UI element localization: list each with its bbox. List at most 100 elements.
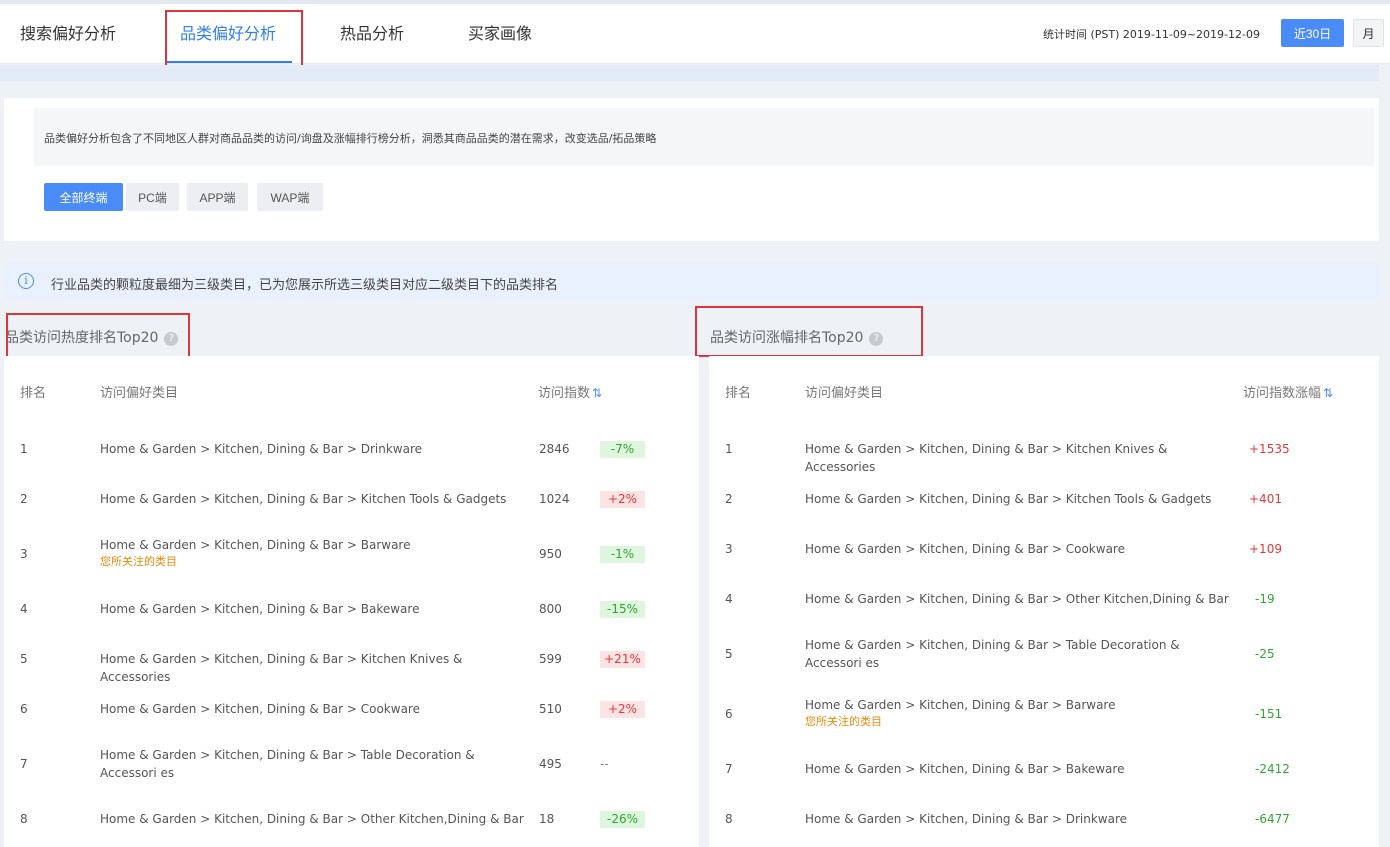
column-header-visit-index-label: 访问指数 (538, 386, 591, 401)
category-path: Home & Garden > Kitchen, Dining & Bar > … (100, 442, 423, 456)
growth-cell: +1535 (1249, 442, 1290, 456)
table-row[interactable]: 4 Home & Garden > Kitchen, Dining & Bar >… (709, 574, 1379, 624)
filter-wap[interactable]: WAP端 (257, 183, 323, 211)
sort-icon[interactable]: ⇅ (1323, 386, 1333, 400)
column-header-visit-index-growth-label: 访问指数涨幅 (1243, 386, 1322, 401)
category-cell: Home & Garden > Kitchen, Dining & Bar > … (805, 440, 1230, 476)
tab-hot-products[interactable]: 热品分析 (340, 20, 404, 44)
last-30-days-button[interactable]: 近30日 (1281, 19, 1344, 47)
table-row[interactable]: 6 Home & Garden > Kitchen, Dining & Bar >… (709, 684, 1379, 744)
table-row[interactable]: 2 Home & Garden > Kitchen, Dining & Bar >… (709, 474, 1379, 524)
tab-buyer-profile[interactable]: 买家画像 (468, 20, 532, 44)
rank-cell: 5 (20, 652, 28, 666)
visit-index-cell: 2846 (539, 442, 570, 456)
category-cell: Home & Garden > Kitchen, Dining & Bar > … (805, 490, 1230, 508)
rank-cell: 6 (20, 702, 28, 716)
category-path: Home & Garden > Kitchen, Dining & Bar > … (100, 492, 507, 506)
column-header-visit-index[interactable]: 访问指数 ⇅ (538, 382, 602, 401)
change-badge: +21% (600, 651, 645, 668)
table-row[interactable]: 8 Home & Garden > Kitchen, Dining & Bar >… (709, 794, 1379, 844)
filter-app[interactable]: APP端 (187, 183, 248, 211)
category-path: Home & Garden > Kitchen, Dining & Bar > … (805, 638, 1180, 670)
rank-cell: 8 (725, 812, 733, 826)
growth-cell: -19 (1255, 592, 1275, 606)
category-path: Home & Garden > Kitchen, Dining & Bar > … (805, 442, 1168, 474)
category-path: Home & Garden > Kitchen, Dining & Bar > … (100, 602, 420, 616)
table-row[interactable]: 7 Home & Garden > Kitchen, Dining & Bar >… (709, 744, 1379, 794)
column-header-visit-index-growth[interactable]: 访问指数涨幅 ⇅ (1243, 382, 1333, 401)
category-cell: Home & Garden > Kitchen, Dining & Bar > … (100, 600, 525, 618)
header-divider (0, 65, 1390, 81)
category-cell: Home & Garden > Kitchen, Dining & Bar > … (805, 810, 1230, 828)
category-cell: Home & Garden > Kitchen, Dining & Bar > … (805, 760, 1230, 778)
table-row[interactable]: 7 Home & Garden > Kitchen, Dining & Bar >… (4, 734, 699, 794)
rank-cell: 3 (725, 542, 733, 556)
growth-cell: -2412 (1255, 762, 1290, 776)
category-cell: Home & Garden > Kitchen, Dining & Bar > … (100, 810, 525, 828)
visit-index-cell: 1024 (539, 492, 570, 506)
category-path: Home & Garden > Kitchen, Dining & Bar > … (805, 698, 1116, 712)
help-icon[interactable]: ? (164, 332, 179, 346)
change-badge: -1% (600, 546, 645, 563)
left-table-title: 品类访问热度排名Top20? (5, 327, 179, 347)
rank-cell: 4 (725, 592, 733, 606)
sort-icon[interactable]: ⇅ (592, 386, 602, 400)
category-path: Home & Garden > Kitchen, Dining & Bar > … (805, 592, 1229, 606)
tab-search-preference[interactable]: 搜索偏好分析 (20, 20, 116, 44)
visit-index-cell: 950 (539, 547, 562, 561)
category-path: Home & Garden > Kitchen, Dining & Bar > … (805, 762, 1125, 776)
visit-index-cell: 495 (539, 757, 562, 771)
table-row[interactable]: 6 Home & Garden > Kitchen, Dining & Bar >… (4, 684, 699, 734)
table-row[interactable]: 2 Home & Garden > Kitchen, Dining & Bar >… (4, 474, 699, 524)
change-badge: -15% (600, 601, 645, 618)
rank-cell: 7 (20, 757, 28, 771)
table-row[interactable]: 3 Home & Garden > Kitchen, Dining & Bar >… (709, 524, 1379, 574)
growth-cell: -151 (1255, 707, 1283, 721)
table-row[interactable]: 8 Home & Garden > Kitchen, Dining & Bar >… (4, 794, 699, 844)
table-row[interactable]: 1 Home & Garden > Kitchen, Dining & Bar >… (4, 424, 699, 474)
info-notice: i 行业品类的颗粒度最细为三级类目，已为您展示所选三级类目对应二级类目下的品类排… (4, 262, 1390, 300)
change-badge: -- (600, 757, 609, 771)
filter-all-terminals[interactable]: 全部终端 (44, 183, 123, 211)
change-badge: -7% (600, 441, 645, 458)
right-table-title-text: 品类访问涨幅排名Top20 (710, 330, 864, 346)
rank-cell: 1 (20, 442, 28, 456)
description-box: 品类偏好分析包含了不同地区人群对商品品类的访问/询盘及涨幅排行榜分析，洞悉其商品… (34, 108, 1374, 166)
table-row[interactable]: 5 Home & Garden > Kitchen, Dining & Bar >… (4, 634, 699, 684)
visit-index-cell: 510 (539, 702, 562, 716)
table-row[interactable]: 5 Home & Garden > Kitchen, Dining & Bar >… (709, 624, 1379, 684)
category-cell: Home & Garden > Kitchen, Dining & Bar > … (805, 636, 1230, 672)
category-cell: Home & Garden > Kitchen, Dining & Bar > … (805, 696, 1230, 730)
right-edge (1379, 65, 1390, 847)
rank-cell: 4 (20, 602, 28, 616)
category-cell: Home & Garden > Kitchen, Dining & Bar > … (100, 746, 525, 782)
rank-cell: 6 (725, 707, 733, 721)
category-cell: Home & Garden > Kitchen, Dining & Bar > … (100, 650, 525, 686)
active-tab-underline (166, 61, 292, 63)
visit-index-cell: 599 (539, 652, 562, 666)
column-header-category: 访问偏好类目 (100, 386, 179, 401)
table-row[interactable]: 3 Home & Garden > Kitchen, Dining & Bar >… (4, 524, 699, 584)
visit-index-cell: 18 (539, 812, 555, 826)
rank-cell: 3 (20, 547, 28, 561)
tab-category-preference[interactable]: 品类偏好分析 (180, 20, 276, 44)
column-header-rank: 排名 (20, 386, 47, 401)
table-row[interactable]: 4 Home & Garden > Kitchen, Dining & Bar >… (4, 584, 699, 634)
month-button[interactable]: 月 (1353, 19, 1384, 47)
table-row[interactable]: 1 Home & Garden > Kitchen, Dining & Bar >… (709, 424, 1379, 474)
category-cell: Home & Garden > Kitchen, Dining & Bar > … (805, 590, 1230, 608)
rank-cell: 8 (20, 812, 28, 826)
filter-pc[interactable]: PC端 (126, 183, 179, 211)
rank-cell: 5 (725, 647, 733, 661)
help-icon[interactable]: ? (869, 332, 884, 346)
left-table: 排名 访问偏好类目 访问指数 ⇅ 1 Home & Garden > Kitchen… (4, 356, 699, 847)
rank-cell: 1 (725, 442, 733, 456)
intro-card: 品类偏好分析包含了不同地区人群对商品品类的访问/询盘及涨幅排行榜分析，洞悉其商品… (4, 98, 1390, 241)
right-table: 排名 访问偏好类目 访问指数涨幅 ⇅ 1 Home & Garden > Kitch… (709, 356, 1379, 847)
rank-cell: 2 (20, 492, 28, 506)
category-path: Home & Garden > Kitchen, Dining & Bar > … (100, 702, 420, 716)
category-cell: Home & Garden > Kitchen, Dining & Bar > … (100, 440, 525, 458)
column-header-rank: 排名 (725, 386, 752, 401)
change-badge: +2% (600, 491, 645, 508)
right-table-title: 品类访问涨幅排名Top20? (710, 327, 884, 347)
